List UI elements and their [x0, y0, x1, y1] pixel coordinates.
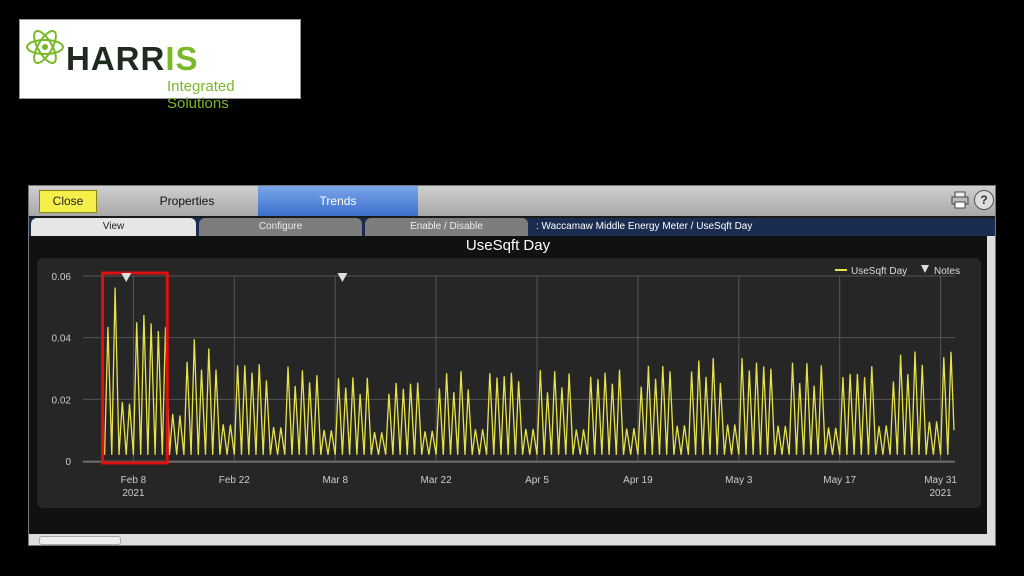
y-tick-label: 0.02 — [52, 395, 72, 406]
y-tick-label: 0.04 — [52, 334, 72, 345]
legend-notes-label: Notes — [934, 266, 960, 277]
breadcrumb: : Waccamaw Middle Energy Meter / UseSqft… — [536, 221, 753, 232]
logo-name-green: IS — [165, 40, 199, 77]
scrollbar-thumb[interactable] — [39, 536, 121, 545]
close-button[interactable]: Close — [39, 190, 97, 213]
x-tick-year: 2021 — [929, 488, 952, 499]
legend-notes-icon — [921, 265, 929, 273]
tab-enable-disable[interactable]: Enable / Disable — [365, 218, 528, 236]
chart-area: UseSqft Day 0.06 0.04 0.02 0 Feb 8 2021 Feb 22… — [29, 236, 987, 534]
logo-name: HARRIS — [66, 40, 199, 78]
tab-configure[interactable]: Configure — [199, 218, 362, 236]
note-marker-icon — [121, 273, 132, 282]
series-line-usesqft-day — [103, 287, 955, 455]
chart-title: UseSqft Day — [465, 237, 551, 254]
horizontal-scrollbar[interactable] — [29, 534, 995, 545]
x-tick-label: Feb 22 — [219, 475, 251, 486]
vertical-scrollbar[interactable] — [987, 236, 995, 534]
x-tick-label: May 31 — [924, 475, 957, 486]
x-tick-label: Mar 22 — [421, 475, 453, 486]
toolbar: Close Properties Trends ? — [29, 186, 995, 216]
x-tick-label: Feb 8 — [121, 475, 147, 486]
chart-panel: 0.06 0.04 0.02 0 Feb 8 2021 Feb 22 Mar 8 Mar 22 A… — [37, 258, 981, 508]
x-tick-label: May 17 — [823, 475, 856, 486]
x-tick-label: Apr 19 — [623, 475, 653, 486]
tab-row: View Configure Enable / Disable : Waccam… — [29, 218, 995, 236]
atom-logo-icon — [26, 30, 64, 64]
x-tick-label: May 3 — [725, 475, 753, 486]
x-tick-label: Mar 8 — [322, 475, 348, 486]
help-icon[interactable]: ? — [974, 190, 994, 210]
properties-button[interactable]: Properties — [117, 186, 257, 216]
tab-view[interactable]: View — [31, 218, 196, 236]
logo-subtitle: Integrated Solutions — [167, 78, 235, 112]
x-tick-year: 2021 — [122, 488, 145, 499]
printer-icon[interactable] — [951, 191, 969, 209]
x-tick-label: Apr 5 — [525, 475, 549, 486]
harris-logo: HARRIS Integrated Solutions — [19, 19, 301, 112]
trend-chart[interactable]: 0.06 0.04 0.02 0 Feb 8 2021 Feb 22 Mar 8 Mar 22 A… — [37, 258, 981, 508]
y-tick-label: 0.06 — [52, 272, 72, 283]
logo-name-dark: HARR — [66, 40, 166, 77]
note-marker-icon — [337, 273, 348, 282]
legend-series-label: UseSqft Day — [851, 266, 907, 277]
trend-window: Close Properties Trends ? View Configure… — [28, 185, 996, 546]
y-tick-label: 0 — [65, 457, 71, 468]
trends-button[interactable]: Trends — [258, 186, 418, 216]
